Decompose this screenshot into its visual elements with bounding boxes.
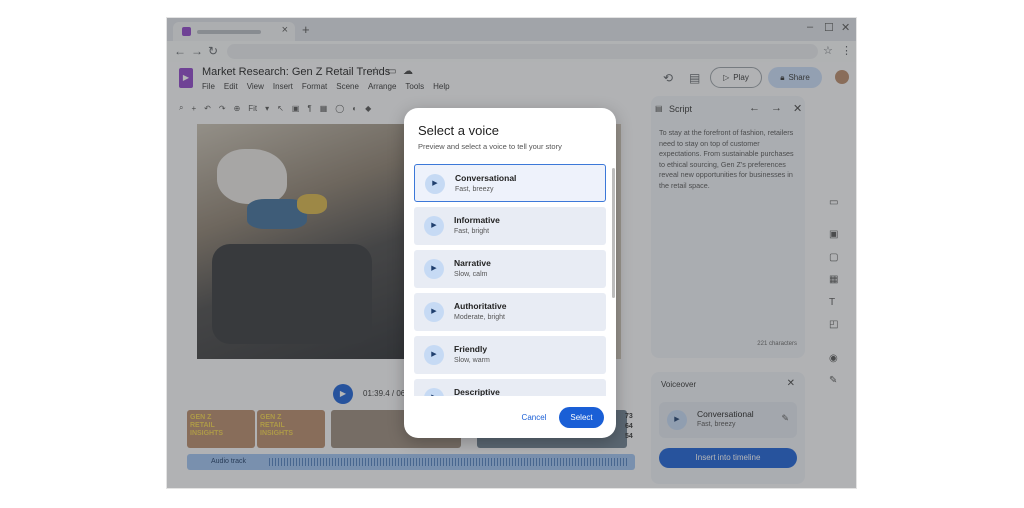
play-preview-icon[interactable]: ▶ <box>425 174 445 194</box>
select-voice-dialog: Select a voice Preview and select a voic… <box>404 108 616 438</box>
voice-option-narrative[interactable]: ▶ Narrative Slow, calm <box>414 250 606 288</box>
voice-list-scrollbar[interactable] <box>612 168 615 298</box>
voice-desc: Fast, breezy <box>455 186 494 193</box>
voice-desc: Fast, bright <box>454 228 490 235</box>
voice-list[interactable]: ▶ Conversational Fast, breezy ▶ Informat… <box>414 164 608 396</box>
voice-desc: Slow, calm <box>454 271 488 278</box>
voice-name: Authoritative <box>454 301 507 311</box>
voice-desc: Moderate, bright <box>454 314 505 321</box>
voice-option-authoritative[interactable]: ▶ Authoritative Moderate, bright <box>414 293 606 331</box>
cancel-button[interactable]: Cancel <box>512 408 556 428</box>
voice-name: Conversational <box>455 173 517 183</box>
dialog-footer: Cancel Select <box>404 398 616 438</box>
voice-name: Friendly <box>454 344 488 354</box>
voice-option-descriptive[interactable]: ▶ Descriptive <box>414 379 606 396</box>
voice-name: Descriptive <box>454 387 500 396</box>
dialog-subtitle: Preview and select a voice to tell your … <box>418 142 562 151</box>
voice-name: Informative <box>454 215 500 225</box>
voice-name: Narrative <box>454 258 491 268</box>
voice-option-conversational[interactable]: ▶ Conversational Fast, breezy <box>414 164 606 202</box>
voice-option-friendly[interactable]: ▶ Friendly Slow, warm <box>414 336 606 374</box>
select-button[interactable]: Select <box>559 407 604 428</box>
play-preview-icon[interactable]: ▶ <box>424 345 444 365</box>
play-preview-icon[interactable]: ▶ <box>424 302 444 322</box>
play-preview-icon[interactable]: ▶ <box>424 259 444 279</box>
voice-desc: Slow, warm <box>454 357 490 364</box>
voice-option-informative[interactable]: ▶ Informative Fast, bright <box>414 207 606 245</box>
play-preview-icon[interactable]: ▶ <box>424 388 444 396</box>
dialog-title: Select a voice <box>418 123 499 138</box>
play-preview-icon[interactable]: ▶ <box>424 216 444 236</box>
